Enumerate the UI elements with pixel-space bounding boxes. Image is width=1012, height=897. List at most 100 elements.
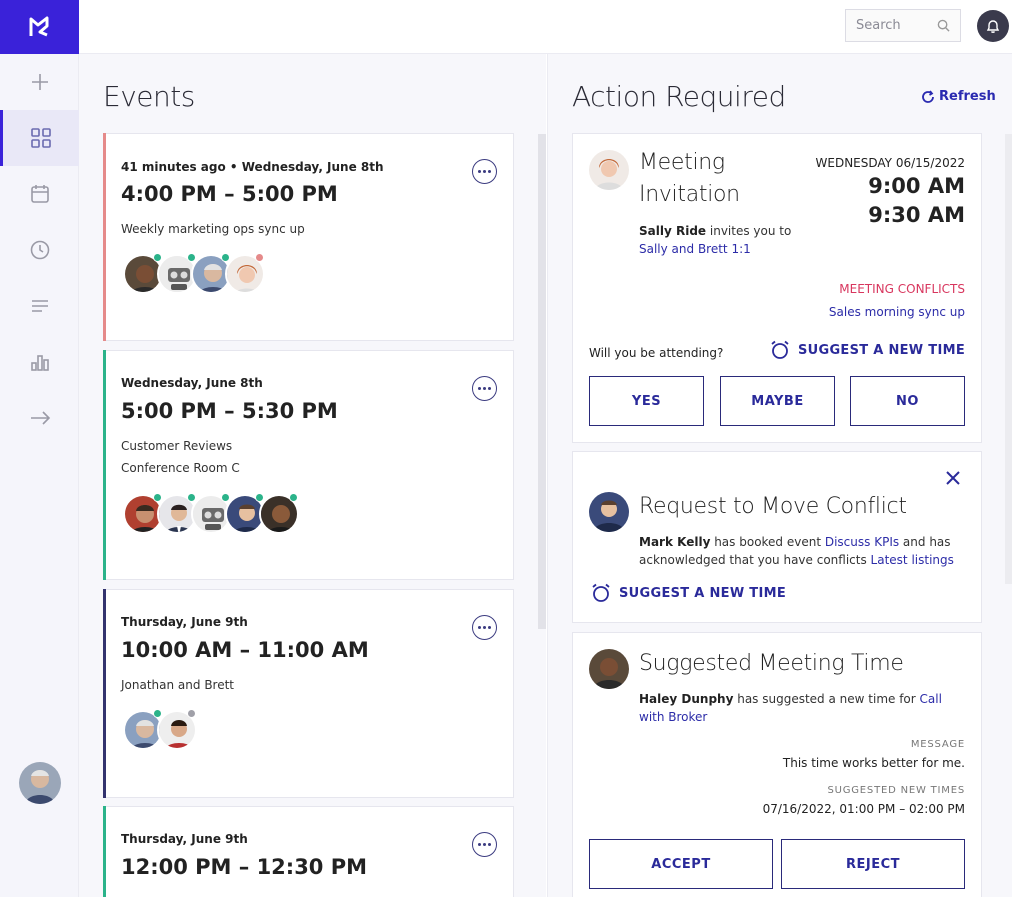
refresh-label: Refresh (939, 89, 996, 104)
nav-add[interactable] (0, 54, 79, 110)
nav-list[interactable] (0, 278, 79, 334)
accept-button[interactable]: ACCEPT (589, 839, 773, 889)
action-scrollbar[interactable] (1005, 134, 1012, 584)
conflict-link[interactable]: Sales morning sync up (829, 305, 965, 319)
event-time: 12:00 PM – 12:30 PM (121, 855, 368, 879)
user-avatar[interactable] (19, 762, 61, 804)
status-dot (187, 709, 196, 718)
alarm-clock-icon (771, 340, 789, 359)
plus-icon (31, 74, 48, 90)
logo-icon (29, 16, 48, 37)
status-dot (289, 493, 298, 502)
event-description: Customer Reviews (121, 439, 233, 453)
event-card[interactable]: Wednesday, June 8th 5:00 PM – 5:30 PM Cu… (103, 350, 514, 580)
close-icon (946, 471, 960, 485)
suggest-new-time-button[interactable]: SUGGEST A NEW TIME (770, 340, 965, 360)
move-conflict-title: Request to Move Conflict (639, 494, 907, 519)
app-logo[interactable] (0, 0, 79, 54)
event-location: Conference Room C (121, 461, 240, 475)
listing-link[interactable]: Latest listings (871, 553, 954, 567)
invitation-start-time: 9:00 AM (868, 174, 965, 198)
maybe-button[interactable]: MAYBE (720, 376, 835, 426)
event-link[interactable]: Discuss KPIs (825, 535, 899, 549)
events-panel: Events 41 minutes ago • Wednesday, June … (79, 54, 546, 897)
inviter-name: Sally Ride (639, 224, 707, 238)
nav-forward[interactable] (0, 390, 79, 446)
invites-text: invites you to (706, 224, 792, 238)
more-options-button[interactable] (472, 376, 497, 401)
message-text: This time works better for me. (782, 756, 965, 770)
invitation-end-time: 9:30 AM (868, 203, 965, 227)
suggested-meeting-card: Suggested Meeting Time Haley Dunphy has … (572, 632, 982, 897)
attendee-list (123, 709, 213, 752)
event-date: Wednesday, June 8th (121, 376, 263, 390)
meeting-conflicts-label: MEETING CONFLICTS (839, 282, 965, 296)
event-accent-bar (103, 589, 106, 798)
refresh-button[interactable]: Refresh (921, 89, 996, 104)
suggested-text: Haley Dunphy has suggested a new time fo… (639, 690, 959, 726)
requester-avatar[interactable] (589, 492, 629, 532)
invitation-date: WEDNESDAY 06/15/2022 (815, 156, 965, 170)
new-times-value: 07/16/2022, 01:00 PM – 02:00 PM (762, 802, 965, 816)
new-times-label: SUGGESTED NEW TIMES (827, 785, 965, 796)
event-accent-bar (103, 133, 106, 341)
event-accent-bar (103, 806, 106, 897)
event-date: Thursday, June 9th (121, 832, 248, 846)
grid-icon (31, 128, 51, 148)
attendee-list (123, 493, 313, 536)
event-time: 5:00 PM – 5:30 PM (121, 399, 338, 423)
message-label: MESSAGE (910, 739, 965, 750)
event-date: Thursday, June 9th (121, 615, 248, 629)
clock-icon (30, 240, 49, 260)
move-conflict-card: Request to Move Conflict Mark Kelly has … (572, 451, 982, 623)
move-text-1: has booked event (710, 535, 825, 549)
nav-history[interactable] (0, 222, 79, 278)
invitation-title-line1: Meeting (639, 150, 725, 175)
event-card[interactable]: Thursday, June 9th 10:00 AM – 11:00 AM J… (103, 589, 514, 798)
event-meta: 41 minutes ago • Wednesday, June 8th (121, 160, 384, 174)
suggest-new-time-label: SUGGEST A NEW TIME (619, 585, 787, 601)
inviter-avatar[interactable] (589, 150, 629, 190)
action-required-panel: Action Required Refresh Meeting Invitati… (547, 54, 1012, 897)
close-button[interactable] (945, 470, 961, 490)
invitation-title-line2: Invitation (639, 182, 740, 207)
event-time: 4:00 PM – 5:00 PM (121, 182, 338, 206)
suggest-new-time-button[interactable]: SUGGEST A NEW TIME (591, 583, 786, 603)
reject-button[interactable]: REJECT (781, 839, 965, 889)
bell-icon (986, 20, 1000, 33)
events-scrollbar[interactable] (538, 134, 546, 629)
attendance-question: Will you be attending? (589, 346, 724, 360)
refresh-icon (922, 89, 934, 103)
event-description: Weekly marketing ops sync up (121, 222, 305, 236)
no-button[interactable]: NO (850, 376, 965, 426)
event-relative-time: 41 minutes ago (121, 160, 226, 174)
bar-chart-icon (30, 355, 49, 371)
more-options-button[interactable] (472, 832, 497, 857)
list-icon (31, 300, 48, 312)
more-options-button[interactable] (472, 159, 497, 184)
event-card[interactable]: 41 minutes ago • Wednesday, June 8th 4:0… (103, 133, 514, 341)
nav-dashboard[interactable] (0, 110, 79, 166)
suggested-title: Suggested Meeting Time (639, 651, 904, 676)
suggester-name: Haley Dunphy (639, 692, 734, 706)
nav-calendar[interactable] (0, 166, 79, 222)
event-card[interactable]: Thursday, June 9th 12:00 PM – 12:30 PM (103, 806, 514, 897)
more-options-button[interactable] (472, 615, 497, 640)
attendee-list (123, 253, 283, 296)
meeting-link[interactable]: Sally and Brett 1:1 (639, 240, 751, 258)
meeting-invitation-card: Meeting Invitation WEDNESDAY 06/15/2022 … (572, 133, 982, 443)
requester-name: Mark Kelly (639, 535, 711, 549)
calendar-icon (30, 185, 49, 203)
notifications-button[interactable] (977, 10, 1009, 42)
events-title: Events (103, 80, 195, 113)
event-date: • Wednesday, June 8th (225, 160, 384, 174)
search-icon (937, 19, 950, 32)
status-dot (255, 253, 264, 262)
yes-button[interactable]: YES (589, 376, 704, 426)
nav-analytics[interactable] (0, 334, 79, 390)
suggester-avatar[interactable] (589, 649, 629, 689)
search-placeholder: Search (856, 18, 901, 33)
event-time: 10:00 AM – 11:00 AM (121, 638, 369, 662)
suggest-new-time-label: SUGGEST A NEW TIME (797, 342, 965, 358)
search-input[interactable]: Search (845, 9, 961, 42)
